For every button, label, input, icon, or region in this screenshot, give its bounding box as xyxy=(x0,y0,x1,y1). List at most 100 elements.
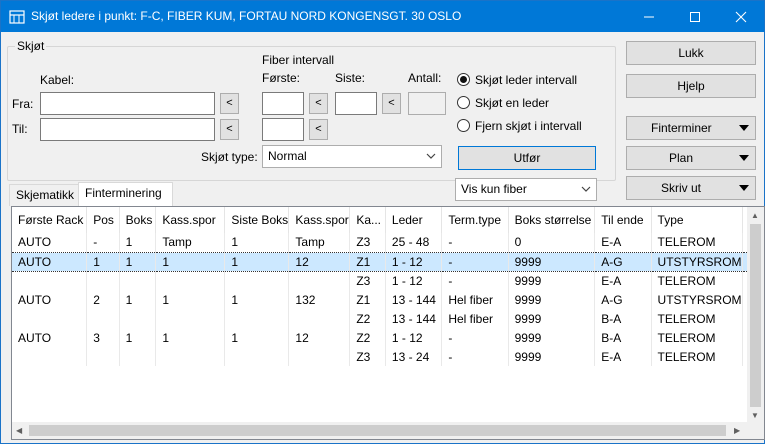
table-cell: 1 xyxy=(155,251,226,272)
table-cell xyxy=(119,271,157,290)
column-header[interactable]: Siste Boks xyxy=(224,207,290,233)
table-row[interactable]: AUTO 2 1 1 1 132 Z1 13 - 144 Hel fiber 9999 A-G UTS… xyxy=(12,290,764,309)
table-cell: - xyxy=(441,233,509,252)
table-row[interactable]: AUTO-1Tamp1TampZ325 - 48-0E-ATELEROMT xyxy=(12,233,764,252)
siste-input[interactable] xyxy=(335,92,377,115)
app-icon xyxy=(9,10,25,24)
table-row[interactable]: AUTO311112Z21 - 12-9999B-ATELEROMT xyxy=(12,328,764,347)
fra-forste-pick-button[interactable]: < xyxy=(309,93,328,114)
column-header[interactable]: Term.type xyxy=(441,207,509,233)
table-cell: AUTO xyxy=(12,233,88,252)
fra-cable-pick-button[interactable]: < xyxy=(220,93,239,114)
vertical-scrollbar[interactable]: ▲ ▼ xyxy=(747,207,764,424)
horizontal-scroll-thumb[interactable] xyxy=(29,425,726,436)
table-cell xyxy=(119,347,157,366)
table-cell: 1 - 12 xyxy=(385,251,443,272)
close-button[interactable] xyxy=(718,1,764,32)
table-cell: Hel fiber xyxy=(441,309,509,328)
til-cable-pick-button[interactable]: < xyxy=(220,119,239,140)
scroll-left-icon[interactable]: ◀ xyxy=(16,426,22,435)
table-cell: 9999 xyxy=(508,347,596,366)
radio-label: Skjøt leder intervall xyxy=(475,73,578,87)
table-cell: AUTO xyxy=(12,328,88,347)
siste-pick-button[interactable]: < xyxy=(382,93,401,114)
horizontal-scrollbar[interactable]: ◀ ▶ xyxy=(12,422,764,439)
table-row[interactable]: Z31 - 12-9999E-ATELEROMT xyxy=(12,271,764,290)
table-cell: - xyxy=(441,328,509,347)
column-header[interactable]: Boks størrelse xyxy=(508,207,596,233)
maximize-button[interactable] xyxy=(672,1,718,32)
table-cell: 13 - 144 xyxy=(385,290,443,309)
table-cell xyxy=(119,309,157,328)
vertical-scroll-thumb[interactable] xyxy=(750,224,761,407)
plan-dropdown-button[interactable]: Plan xyxy=(626,146,756,170)
skriv-ut-dropdown-button[interactable]: Skriv ut xyxy=(626,176,756,200)
tab-finterminering[interactable]: Finterminering xyxy=(78,182,173,206)
table-cell xyxy=(155,271,226,290)
table-cell xyxy=(224,309,290,328)
table-cell: 1 xyxy=(119,251,157,272)
fra-forste-input[interactable] xyxy=(262,92,304,115)
filter-select[interactable]: Vis kun fiber xyxy=(455,178,597,201)
til-forste-pick-button[interactable]: < xyxy=(309,119,328,140)
table-cell xyxy=(155,347,226,366)
tab-skjematikk[interactable]: Skjematikk xyxy=(9,184,79,206)
column-header[interactable]: Kass.spor xyxy=(288,207,351,233)
window-title: Skjøt ledere i punkt: F-C, FIBER KUM, FO… xyxy=(31,9,462,23)
table-cell xyxy=(86,271,120,290)
table-cell xyxy=(12,309,88,328)
grid-table: Første Rack Pos Boks Kass.spor Siste Bok… xyxy=(12,207,764,366)
finterminer-dropdown-button[interactable]: Finterminer xyxy=(626,116,756,140)
lukk-button[interactable]: Lukk xyxy=(626,41,756,65)
table-cell: - xyxy=(441,251,509,272)
til-forste-input[interactable] xyxy=(262,118,304,141)
table-cell xyxy=(224,271,290,290)
table-cell: E-A xyxy=(594,271,652,290)
table-cell xyxy=(12,347,88,366)
radio-label: Skjøt en leder xyxy=(475,96,550,110)
table-cell: 1 xyxy=(155,290,226,309)
table-row[interactable]: Z213 - 144Hel fiber9999B-ATELEROMT xyxy=(12,309,764,328)
caret-down-icon xyxy=(739,125,749,131)
scroll-right-icon[interactable]: ▶ xyxy=(734,426,740,435)
column-header[interactable]: Pos xyxy=(86,207,120,233)
table-cell: 9999 xyxy=(508,328,596,347)
scroll-down-icon[interactable]: ▼ xyxy=(751,411,759,420)
column-header[interactable]: Ka... xyxy=(349,207,386,233)
table-row[interactable]: Z313 - 24-9999E-ATELEROMT xyxy=(12,347,764,366)
table-cell: - xyxy=(86,233,120,252)
fiber-intervall-label: Fiber intervall xyxy=(262,53,335,67)
table-cell: 132 xyxy=(288,290,351,309)
finterminering-grid[interactable]: Første Rack Pos Boks Kass.spor Siste Bok… xyxy=(11,206,765,440)
scroll-up-icon[interactable]: ▲ xyxy=(751,211,759,220)
table-cell: 9999 xyxy=(508,290,596,309)
title-bar[interactable]: Skjøt ledere i punkt: F-C, FIBER KUM, FO… xyxy=(1,1,764,32)
fra-cable-input[interactable] xyxy=(40,92,215,115)
antall-field xyxy=(408,92,446,115)
table-cell: UTSTYRSROM xyxy=(651,290,743,309)
table-cell: Z3 xyxy=(349,347,386,366)
table-cell: 12 xyxy=(288,251,351,272)
radio-dot xyxy=(457,73,470,86)
table-cell: A-G xyxy=(594,251,652,272)
column-header[interactable]: Til ende xyxy=(594,207,652,233)
column-header[interactable]: Kass.spor xyxy=(155,207,226,233)
hjelp-button[interactable]: Hjelp xyxy=(626,74,756,98)
utfor-button[interactable]: Utfør xyxy=(458,146,596,170)
column-header[interactable]: Første Rack xyxy=(12,207,88,233)
table-cell: TELEROM xyxy=(651,233,743,252)
table-cell: Z1 xyxy=(349,290,386,309)
skjot-type-select[interactable]: Normal xyxy=(262,145,442,168)
til-label: Til: xyxy=(12,122,28,136)
til-cable-input[interactable] xyxy=(40,118,215,141)
table-row[interactable]: AUTO111112Z11 - 12-9999A-GUTSTYRSROMT xyxy=(12,251,764,272)
column-header[interactable]: Leder xyxy=(385,207,443,233)
table-cell: 1 xyxy=(224,290,290,309)
minimize-button[interactable] xyxy=(626,1,672,32)
column-header[interactable]: Type xyxy=(651,207,743,233)
table-cell: 9999 xyxy=(508,309,596,328)
caret-down-icon xyxy=(739,185,749,191)
column-header[interactable]: Boks xyxy=(119,207,157,233)
skjot-group-title: Skjøt xyxy=(15,39,47,53)
grid-header-row: Første Rack Pos Boks Kass.spor Siste Bok… xyxy=(12,207,764,233)
